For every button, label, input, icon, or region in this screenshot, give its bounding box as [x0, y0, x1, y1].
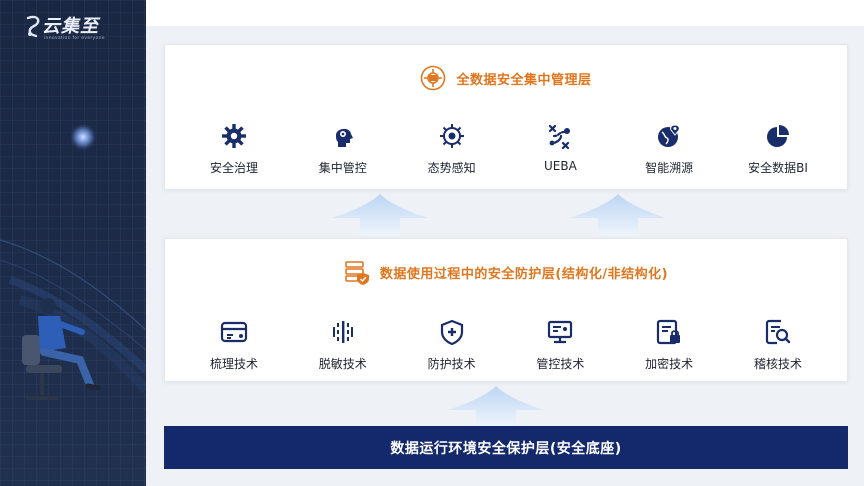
- panel-title: 全数据安全集中管理层: [456, 72, 592, 88]
- item-ueba[interactable]: UEBA: [509, 121, 611, 176]
- item-label: 防护技术: [427, 357, 476, 371]
- up-arrow-center: [448, 386, 544, 426]
- brand-logo[interactable]: 云集至 innovation for everyone: [24, 10, 124, 48]
- foundation-layer-bar: 数据运行环境安全保护层(安全底座): [164, 426, 848, 469]
- item-label: 稽核技术: [753, 357, 802, 371]
- up-arrow-right: [570, 194, 666, 236]
- mask-data-icon: [328, 317, 358, 347]
- item-masking-tech[interactable]: 脱敏技术: [292, 317, 394, 372]
- brand-name: 云集至: [42, 16, 99, 37]
- item-label: 梳理技术: [209, 357, 258, 371]
- item-security-governance[interactable]: 安全治理: [183, 121, 285, 176]
- panel-header: 全数据安全集中管理层: [165, 65, 847, 91]
- item-sorting-tech[interactable]: 梳理技术: [183, 317, 285, 372]
- server-shield-icon: [344, 259, 370, 285]
- item-label: 智能溯源: [645, 161, 694, 175]
- top-strip: [146, 0, 864, 26]
- panel-header: 数据使用过程中的安全防护层(结构化/非结构化): [165, 259, 847, 285]
- logo-mark-icon: [26, 15, 40, 38]
- pie-chart-icon: [763, 121, 793, 151]
- shield-plus-icon: [437, 317, 467, 347]
- item-label: 态势感知: [427, 161, 476, 175]
- head-gear-icon: [328, 121, 358, 151]
- technique-list: 梳理技术 脱敏技术 防护技术 管控技术 加密技术 稽核技术: [183, 317, 829, 372]
- lock-doc-icon: [654, 317, 684, 347]
- usage-protection-panel: 数据使用过程中的安全防护层(结构化/非结构化) 梳理技术 脱敏技术 防护技术 管…: [164, 238, 848, 382]
- foundation-layer-title: 数据运行环境安全保护层(安全底座): [390, 440, 622, 457]
- capability-list: 安全治理 集中管控 态势感知 UEBA 智能溯源 安全数据BI: [183, 121, 829, 176]
- item-encryption-tech[interactable]: 加密技术: [618, 317, 720, 372]
- monitor-icon: [545, 317, 575, 347]
- item-central-control[interactable]: 集中管控: [292, 121, 394, 176]
- item-label: 脱敏技术: [318, 357, 367, 371]
- item-intelligent-tracing[interactable]: 智能溯源: [618, 121, 720, 176]
- panel-title: 数据使用过程中的安全防护层(结构化/非结构化): [379, 266, 669, 282]
- search-doc-icon: [763, 317, 793, 347]
- network-shield-icon: [420, 65, 446, 91]
- item-situational-awareness[interactable]: 态势感知: [401, 121, 503, 176]
- globe-pin-icon: [654, 121, 684, 151]
- brand-tagline: innovation for everyone: [44, 36, 105, 41]
- item-audit-tech[interactable]: 稽核技术: [727, 317, 829, 372]
- left-sidebar: 云集至 innovation for everyone: [0, 0, 146, 486]
- gear-icon: [219, 121, 249, 151]
- item-label: 集中管控: [318, 161, 367, 175]
- item-control-tech[interactable]: 管控技术: [509, 317, 611, 372]
- central-management-panel: 全数据安全集中管理层 安全治理 集中管控 态势感知 UEBA 智能溯源 安全数据…: [164, 44, 848, 190]
- up-arrow-left: [332, 194, 428, 236]
- card-icon: [219, 317, 249, 347]
- item-label: 安全治理: [209, 161, 258, 175]
- item-label: 安全数据BI: [748, 161, 808, 175]
- item-security-data-bi[interactable]: 安全数据BI: [727, 121, 829, 176]
- radar-icon: [437, 121, 467, 151]
- operator-illustration: [0, 239, 146, 400]
- path-icon: [545, 121, 575, 151]
- item-label: 加密技术: [645, 357, 694, 371]
- item-protection-tech[interactable]: 防护技术: [401, 317, 503, 372]
- item-label: 管控技术: [536, 357, 585, 371]
- item-label: UEBA: [543, 159, 577, 173]
- glow-orb: [70, 124, 96, 150]
